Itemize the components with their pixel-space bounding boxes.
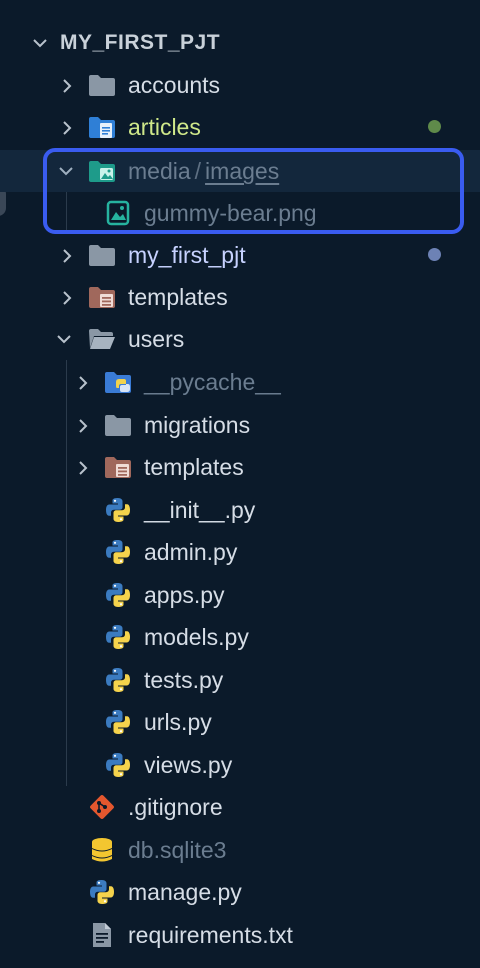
chevron-right-icon [76, 418, 90, 433]
file-urls-py[interactable]: urls.py [0, 701, 480, 743]
folder-label: accounts [128, 72, 221, 98]
folder-my-first-pjt[interactable]: my_first_pjt [0, 234, 480, 276]
root-folder-label: MY_FIRST_PJT [60, 31, 221, 54]
folder-label: __pycache__ [144, 369, 281, 395]
path-segment-images[interactable]: images [205, 158, 279, 184]
folder-pycache[interactable]: __pycache__ [0, 361, 480, 403]
file-label: __init__.py [144, 497, 256, 523]
python-icon [104, 538, 132, 566]
file-gummy-bear-png[interactable]: gummy-bear.png [0, 192, 480, 234]
folder-label: templates [128, 284, 228, 310]
chevron-right-icon [60, 120, 74, 135]
folder-users-templates[interactable]: templates [0, 446, 480, 488]
folder-users[interactable]: users [0, 318, 480, 360]
modified-indicator-dot [428, 248, 441, 261]
file-label: tests.py [144, 667, 224, 693]
indent-guide [66, 360, 67, 786]
python-icon [104, 666, 132, 694]
file-models-py[interactable]: models.py [0, 616, 480, 658]
file-db-sqlite3[interactable]: db.sqlite3 [0, 829, 480, 871]
python-icon [104, 496, 132, 524]
file-manage-py[interactable]: manage.py [0, 871, 480, 913]
image-file-icon [104, 199, 132, 227]
folder-label: my_first_pjt [128, 242, 246, 268]
path-separator: / [194, 158, 202, 184]
folder-accounts[interactable]: accounts [0, 64, 480, 106]
root-folder-my-first-pjt[interactable]: MY_FIRST_PJT [0, 22, 480, 64]
chevron-right-icon [60, 290, 74, 305]
python-icon [104, 581, 132, 609]
folder-label: migrations [144, 412, 251, 438]
file-label: apps.py [144, 582, 225, 608]
chevron-right-icon [60, 78, 74, 93]
file-tests-py[interactable]: tests.py [0, 659, 480, 701]
file-label: models.py [144, 624, 249, 650]
path-segment-media[interactable]: media [128, 158, 191, 184]
file-init-py[interactable]: __init__.py [0, 489, 480, 531]
python-icon [104, 751, 132, 779]
indent-guide [66, 192, 67, 234]
file-explorer: MY_FIRST_PJT accounts articles media / ima… [0, 0, 480, 968]
folder-label: templates [144, 454, 244, 480]
docs-folder-icon [88, 113, 116, 141]
python-icon [104, 623, 132, 651]
folder-media-images[interactable]: media / images [0, 150, 480, 192]
file-label: requirements.txt [128, 922, 293, 948]
text-file-icon [88, 921, 116, 949]
templates-folder-icon [104, 453, 132, 481]
file-apps-py[interactable]: apps.py [0, 574, 480, 616]
python-folder-icon [104, 368, 132, 396]
database-icon [88, 836, 116, 864]
folder-label: users [128, 326, 185, 352]
folder-migrations[interactable]: migrations [0, 404, 480, 446]
folder-label: articles [128, 114, 201, 140]
file-admin-py[interactable]: admin.py [0, 531, 480, 573]
file-label: gummy-bear.png [144, 200, 317, 226]
chevron-down-icon [56, 332, 71, 346]
file-label: .gitignore [128, 794, 223, 820]
python-icon [104, 708, 132, 736]
file-label: manage.py [128, 879, 242, 905]
folder-icon [88, 71, 116, 99]
file-requirements-txt[interactable]: requirements.txt [0, 914, 480, 956]
file-gitignore[interactable]: .gitignore [0, 786, 480, 828]
images-folder-icon [88, 157, 116, 185]
chevron-down-icon [32, 36, 47, 50]
file-label: admin.py [144, 539, 238, 565]
chevron-right-icon [76, 460, 90, 475]
file-views-py[interactable]: views.py [0, 744, 480, 786]
chevron-right-icon [76, 375, 90, 390]
chevron-down-icon [58, 164, 73, 178]
file-label: views.py [144, 752, 233, 778]
modified-indicator-dot [428, 120, 441, 133]
folder-templates[interactable]: templates [0, 276, 480, 318]
folder-articles[interactable]: articles [0, 106, 480, 148]
git-icon [88, 793, 116, 821]
folder-path-label: media / images [128, 150, 279, 192]
folder-icon [88, 241, 116, 269]
python-icon [88, 878, 116, 906]
folder-icon [104, 411, 132, 439]
chevron-right-icon [60, 248, 74, 263]
templates-folder-icon [88, 283, 116, 311]
folder-open-icon [88, 325, 116, 353]
file-label: urls.py [144, 709, 212, 735]
file-label: db.sqlite3 [128, 837, 227, 863]
